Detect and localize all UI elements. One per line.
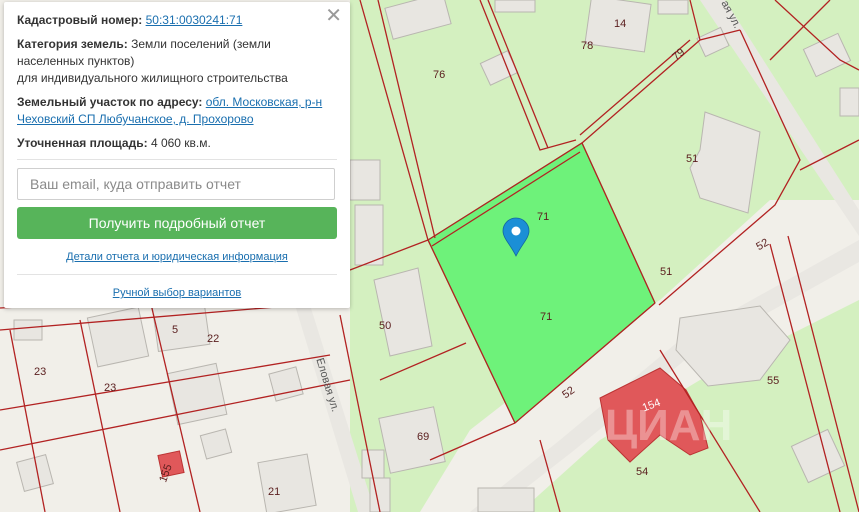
close-icon[interactable]: ✕ bbox=[325, 5, 342, 27]
land-category-row: Категория земель: Земли поселений (земли… bbox=[17, 36, 337, 87]
cadastral-number-label: Кадастровый номер: bbox=[17, 13, 143, 27]
parcel-label: 14 bbox=[614, 18, 626, 30]
area-row: Уточненная площадь: 4 060 кв.м. bbox=[17, 135, 337, 152]
parcel-label: 21 bbox=[268, 486, 280, 498]
area-value: 4 060 кв.м. bbox=[150, 136, 211, 150]
parcel-label: 22 bbox=[207, 333, 219, 345]
parcel-label: 71 bbox=[537, 211, 549, 223]
watermark: ЦИАН bbox=[605, 401, 732, 450]
manual-selection-link[interactable]: Ручной выбор вариантов bbox=[17, 285, 337, 302]
parcel-label: 69 bbox=[417, 431, 429, 443]
report-details-link[interactable]: Детали отчета и юридическая информация bbox=[17, 249, 337, 266]
parcel-label: 76 bbox=[433, 69, 445, 81]
address-label: Земельный участок по адресу: bbox=[17, 95, 203, 109]
parcel-label: 71 bbox=[540, 311, 552, 323]
cadastral-number-link[interactable]: 50:31:0030241:71 bbox=[146, 13, 243, 27]
parcel-label: 51 bbox=[660, 266, 672, 278]
parcel-label: 50 bbox=[379, 320, 391, 332]
parcel-label: 23 bbox=[104, 382, 116, 394]
land-purpose-value: для индивидуального жилищного строительс… bbox=[17, 71, 288, 85]
land-category-label: Категория земель: bbox=[17, 37, 128, 51]
parcel-label: 5 bbox=[172, 324, 178, 336]
email-field[interactable] bbox=[17, 168, 335, 200]
address-row: Земельный участок по адресу: обл. Москов… bbox=[17, 94, 337, 128]
divider bbox=[17, 274, 337, 275]
parcel-label: 78 bbox=[581, 40, 593, 52]
parcel-label: 54 bbox=[636, 466, 648, 478]
cadastral-number-row: Кадастровый номер: 50:31:0030241:71 bbox=[17, 12, 337, 29]
get-report-button[interactable]: Получить подробный отчет bbox=[17, 207, 337, 239]
area-label: Уточненная площадь: bbox=[17, 136, 148, 150]
parcel-label: 23 bbox=[34, 366, 46, 378]
parcel-label: 51 bbox=[686, 153, 698, 165]
parcel-info-panel: ✕ Кадастровый номер: 50:31:0030241:71 Ка… bbox=[4, 2, 350, 308]
parcel-label: 55 bbox=[767, 375, 779, 387]
divider bbox=[17, 159, 337, 160]
